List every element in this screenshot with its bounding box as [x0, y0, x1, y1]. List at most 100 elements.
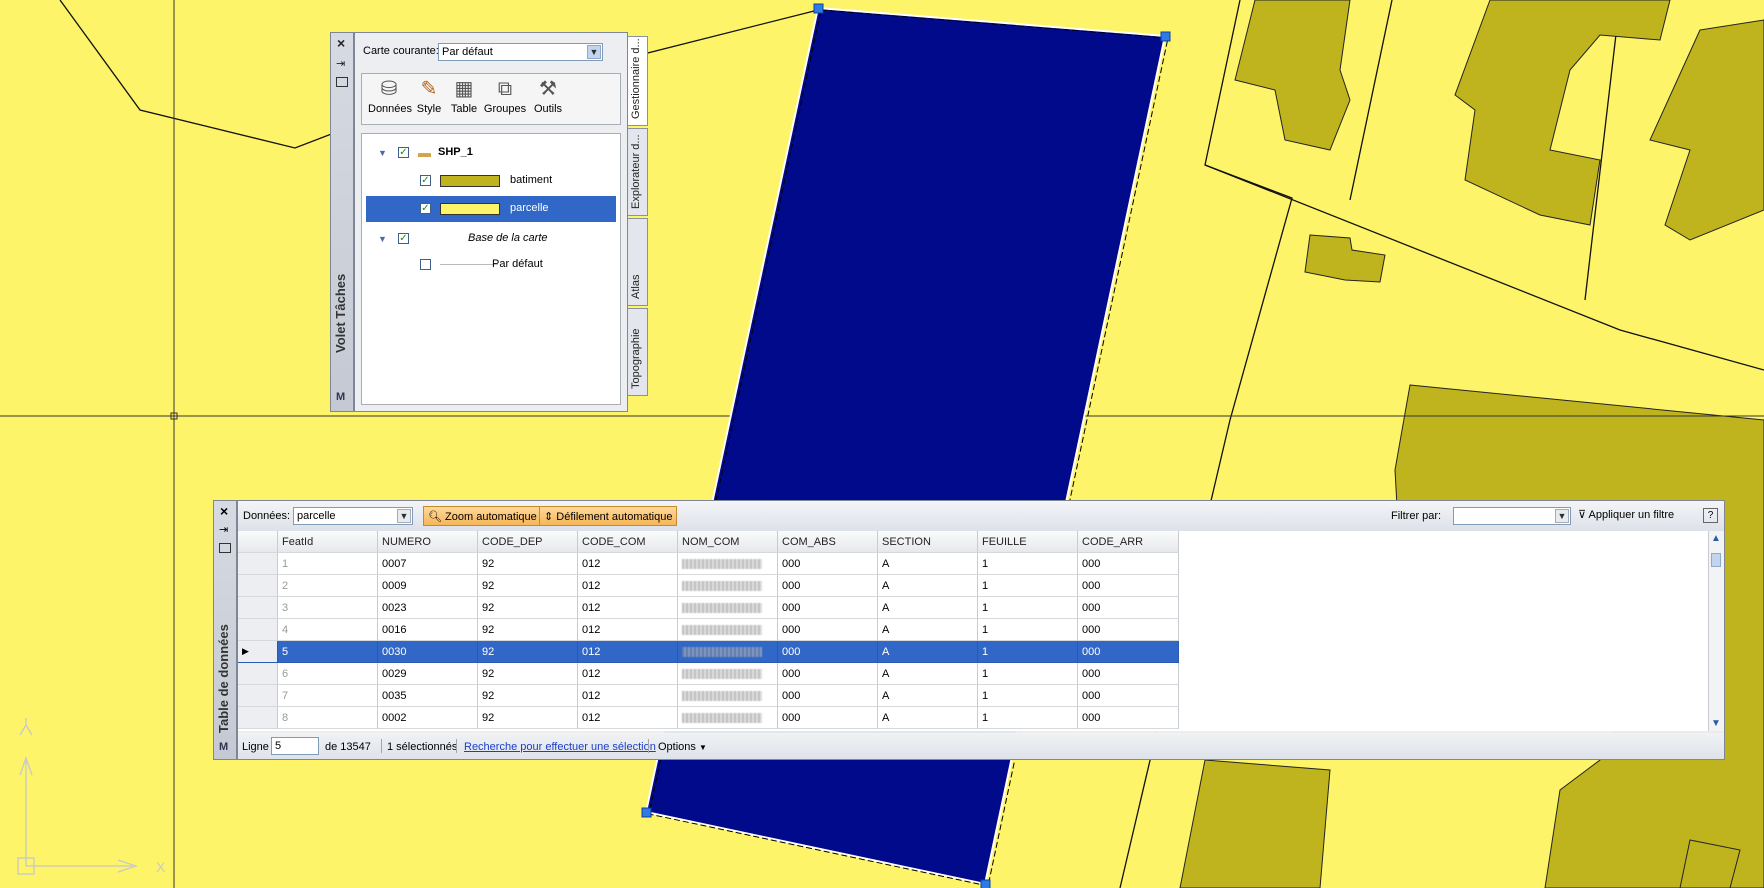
table-cell[interactable]: 1: [278, 553, 378, 575]
table-cell[interactable]: 92: [478, 685, 578, 707]
table-cell[interactable]: 92: [478, 619, 578, 641]
group-checkbox[interactable]: ✓: [398, 147, 409, 158]
table-cell[interactable]: 6: [278, 663, 378, 685]
table-cell[interactable]: 92: [478, 597, 578, 619]
table-cell[interactable]: 000: [1078, 685, 1179, 707]
table-cell[interactable]: 000: [1078, 575, 1179, 597]
table-cell[interactable]: 1: [978, 707, 1078, 729]
table-cell[interactable]: 000: [778, 553, 878, 575]
table-cell[interactable]: 5: [278, 641, 378, 663]
scroll-up-icon[interactable]: ▲: [1711, 533, 1721, 544]
vertical-scrollbar[interactable]: ▲ ▼: [1708, 531, 1724, 731]
table-cell[interactable]: 92: [478, 707, 578, 729]
table-cell[interactable]: 1: [978, 663, 1078, 685]
table-cell[interactable]: 0016: [378, 619, 478, 641]
row-header[interactable]: [238, 619, 278, 641]
table-cell-redacted[interactable]: [678, 641, 778, 663]
table-cell-redacted[interactable]: [678, 619, 778, 641]
close-icon[interactable]: ×: [337, 35, 345, 51]
table-row[interactable]: 8 0002 92 012 000 A 1 000: [238, 707, 1179, 729]
collapse-icon[interactable]: ▼: [378, 148, 387, 158]
table-cell[interactable]: 0029: [378, 663, 478, 685]
table-cell-redacted[interactable]: [678, 685, 778, 707]
data-source-select[interactable]: parcelle ▼: [293, 507, 413, 525]
table-row[interactable]: 7 0035 92 012 000 A 1 000: [238, 685, 1179, 707]
close-icon[interactable]: ×: [220, 503, 228, 519]
row-header[interactable]: [238, 553, 278, 575]
table-cell[interactable]: A: [878, 641, 978, 663]
table-cell[interactable]: 1: [978, 641, 1078, 663]
tab-map-explorer[interactable]: Explorateur d...: [628, 128, 648, 216]
table-cell[interactable]: 0002: [378, 707, 478, 729]
row-header[interactable]: [238, 597, 278, 619]
auto-zoom-button[interactable]: 🔍︎ Zoom automatique: [423, 506, 542, 526]
table-cell[interactable]: A: [878, 619, 978, 641]
base-checkbox[interactable]: ✓: [398, 233, 409, 244]
current-map-select[interactable]: Par défaut ▼: [438, 43, 603, 61]
data-button[interactable]: ⛁ Données: [368, 78, 412, 115]
table-cell[interactable]: 000: [1078, 619, 1179, 641]
table-cell-redacted[interactable]: [678, 707, 778, 729]
filter-select[interactable]: ▼: [1453, 507, 1571, 525]
table-cell-redacted[interactable]: [678, 597, 778, 619]
layer-checkbox[interactable]: ✓: [420, 175, 431, 186]
table-cell-redacted[interactable]: [678, 575, 778, 597]
column-header[interactable]: NUMERO: [378, 531, 478, 553]
table-cell[interactable]: 000: [1078, 553, 1179, 575]
tools-button[interactable]: ⚒ Outils: [530, 78, 566, 115]
table-cell[interactable]: 92: [478, 575, 578, 597]
autohide-icon[interactable]: ⇥: [219, 523, 228, 536]
table-cell[interactable]: 0009: [378, 575, 478, 597]
row-header[interactable]: [238, 685, 278, 707]
table-cell[interactable]: 1: [978, 619, 1078, 641]
row-header[interactable]: [238, 575, 278, 597]
scroll-thumb[interactable]: [1711, 553, 1721, 567]
table-cell[interactable]: 000: [778, 575, 878, 597]
column-header[interactable]: NOM_COM: [678, 531, 778, 553]
table-cell[interactable]: 4: [278, 619, 378, 641]
column-header[interactable]: CODE_DEP: [478, 531, 578, 553]
table-cell[interactable]: 012: [578, 685, 678, 707]
base-map-item-row[interactable]: Par défaut: [362, 252, 620, 278]
table-cell[interactable]: 000: [778, 641, 878, 663]
column-header[interactable]: CODE_ARR: [1078, 531, 1179, 553]
autohide-icon[interactable]: ⇥: [336, 57, 345, 70]
auto-scroll-button[interactable]: ⇕ Défilement automatique: [539, 506, 678, 526]
table-cell[interactable]: 92: [478, 663, 578, 685]
column-header[interactable]: COM_ABS: [778, 531, 878, 553]
table-row[interactable]: 2 0009 92 012 000 A 1 000: [238, 575, 1179, 597]
table-cell[interactable]: 8: [278, 707, 378, 729]
table-cell[interactable]: 2: [278, 575, 378, 597]
row-header[interactable]: [238, 707, 278, 729]
table-cell[interactable]: 1: [978, 597, 1078, 619]
chevron-down-icon[interactable]: ▼: [397, 509, 411, 523]
scroll-down-icon[interactable]: ▼: [1711, 718, 1721, 729]
table-cell[interactable]: 012: [578, 619, 678, 641]
table-cell[interactable]: A: [878, 575, 978, 597]
table-cell[interactable]: 3: [278, 597, 378, 619]
column-header[interactable]: SECTION: [878, 531, 978, 553]
layer-row-parcelle[interactable]: ✓ parcelle: [366, 196, 616, 222]
chevron-down-icon[interactable]: ▼: [587, 45, 601, 59]
table-cell-redacted[interactable]: [678, 553, 778, 575]
table-cell[interactable]: 92: [478, 641, 578, 663]
table-cell[interactable]: 012: [578, 707, 678, 729]
layer-group-row[interactable]: ▼ ✓ ▬ SHP_1: [362, 140, 620, 166]
table-button[interactable]: ▦ Table: [448, 78, 480, 115]
table-cell[interactable]: 000: [778, 619, 878, 641]
table-cell[interactable]: A: [878, 685, 978, 707]
row-header[interactable]: [238, 663, 278, 685]
tab-topography[interactable]: Topographie: [628, 308, 648, 396]
search-selection-link[interactable]: Recherche pour effectuer une sélection: [464, 741, 656, 753]
table-cell[interactable]: 7: [278, 685, 378, 707]
table-cell[interactable]: 012: [578, 641, 678, 663]
table-cell[interactable]: 012: [578, 553, 678, 575]
row-header[interactable]: ▶: [238, 641, 278, 663]
table-cell[interactable]: 000: [1078, 597, 1179, 619]
select-all-corner[interactable]: [238, 531, 278, 553]
column-header[interactable]: FeatId: [278, 531, 378, 553]
table-cell[interactable]: 92: [478, 553, 578, 575]
table-cell[interactable]: 1: [978, 575, 1078, 597]
table-cell[interactable]: 0007: [378, 553, 478, 575]
table-row[interactable]: 1 0007 92 012 000 A 1 000: [238, 553, 1179, 575]
